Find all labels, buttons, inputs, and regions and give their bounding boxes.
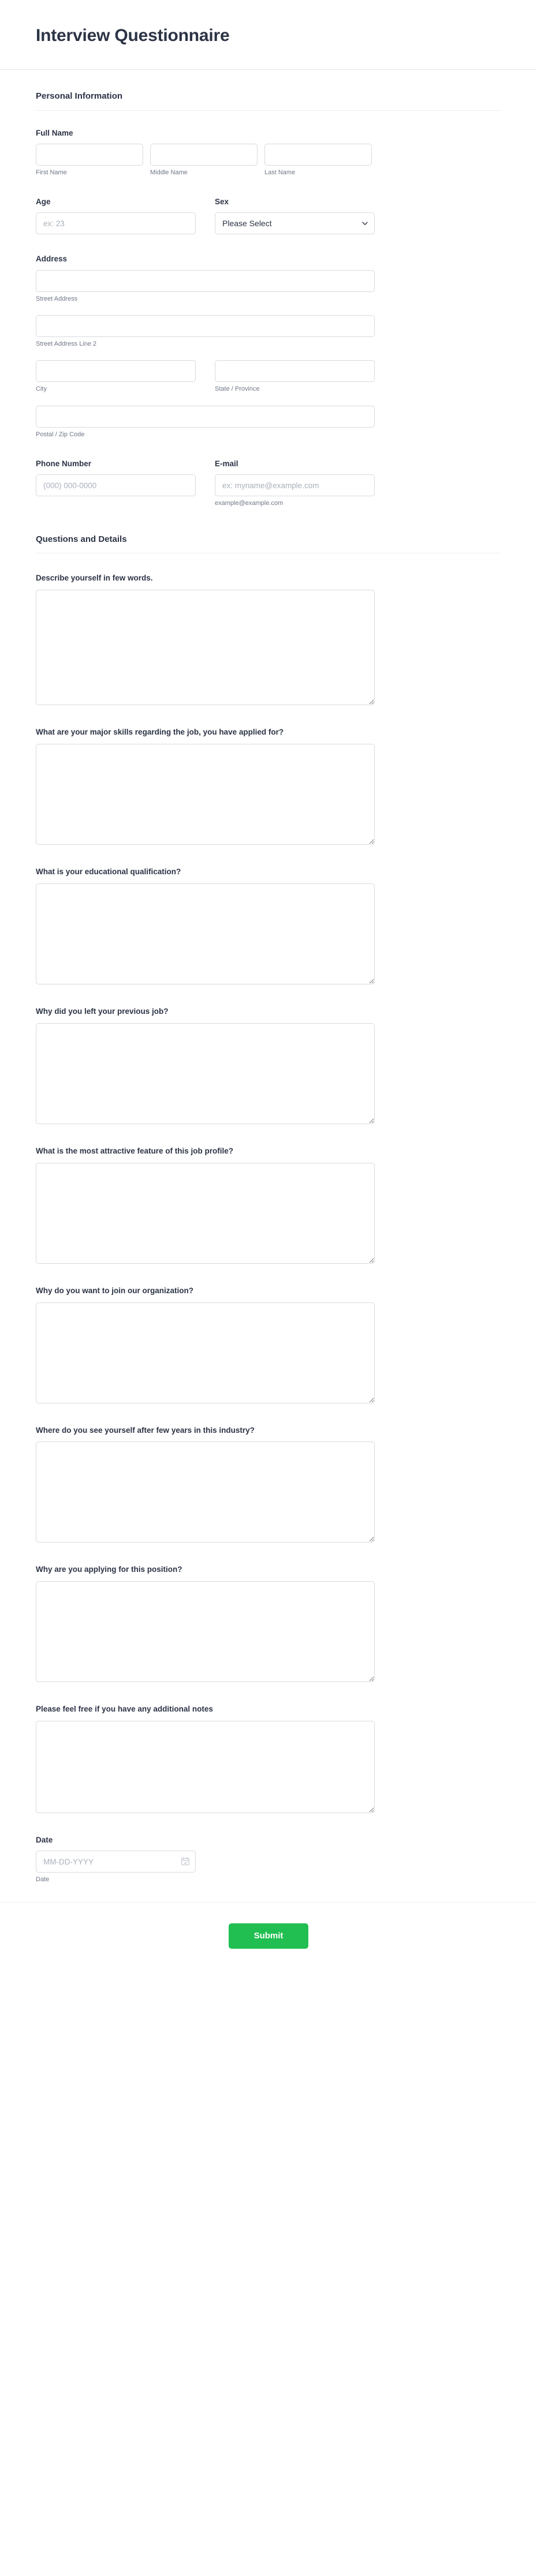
sub-label-first-name: First Name (36, 169, 67, 176)
field-phone-email-row: Phone Number E-mail example@example.com (36, 459, 501, 508)
sub-label-postal-zip-code: Postal / Zip Code (36, 430, 85, 438)
city-col: City (36, 360, 196, 394)
age-col: Age (36, 197, 196, 235)
email-col: E-mail example@example.com (215, 459, 375, 508)
street-address-col: Street Address (36, 269, 375, 304)
question-block: Please feel free if you have any additio… (36, 1704, 501, 1814)
question-block: Describe yourself in few words. (36, 573, 501, 706)
full-name-last-col: Last Name (264, 143, 372, 177)
page-title: Interview Questionnaire (36, 26, 230, 45)
first-name-input[interactable] (36, 143, 143, 166)
age-input[interactable] (36, 212, 196, 235)
street-address-2-col: Street Address Line 2 (36, 314, 375, 349)
city-state-row: City State / Province (36, 360, 501, 394)
phone-col: Phone Number (36, 459, 196, 508)
age-sex-row: Age Sex Please Select (36, 197, 501, 235)
section-questions-header: Questions and Details (36, 534, 501, 554)
middle-name-input[interactable] (150, 143, 258, 166)
field-address: Address Street Address Street Address Li… (36, 254, 501, 439)
section-divider (36, 110, 501, 111)
question-label: Please feel free if you have any additio… (36, 1705, 213, 1714)
question-textarea[interactable] (36, 1162, 375, 1264)
question-label: Where do you see yourself after few year… (36, 1425, 255, 1435)
question-textarea[interactable] (36, 883, 375, 984)
form-body: Personal Information Full Name First Nam… (0, 70, 537, 1885)
field-date: Date Date (36, 1835, 501, 1885)
label-sex: Sex (215, 197, 229, 207)
label-age: Age (36, 197, 51, 207)
question-block: Why do you want to join our organization… (36, 1286, 501, 1403)
street-address-line-2-input[interactable] (36, 314, 375, 337)
postal-zip-code-input[interactable] (36, 405, 375, 428)
field-full-name: Full Name First Name Middle Name Last Na… (36, 128, 501, 178)
sub-label-street-address: Street Address (36, 295, 78, 302)
question-textarea[interactable] (36, 1023, 375, 1124)
sex-select[interactable]: Please Select (215, 212, 375, 235)
field-age-sex-row: Age Sex Please Select (36, 197, 501, 235)
question-textarea[interactable] (36, 1581, 375, 1683)
question-label: Why are you applying for this position? (36, 1565, 182, 1574)
street-address-input[interactable] (36, 269, 375, 292)
sub-label-middle-name: Middle Name (150, 169, 188, 176)
form-footer: Submit (0, 1901, 537, 1972)
label-date: Date (36, 1836, 53, 1845)
question-block: Why are you applying for this position? (36, 1564, 501, 1683)
full-name-row: First Name Middle Name Last Name (36, 143, 501, 177)
state-col: State / Province (215, 360, 375, 394)
phone-number-input[interactable] (36, 474, 196, 497)
sub-label-street-address-line-2: Street Address Line 2 (36, 340, 97, 347)
postal-col: Postal / Zip Code (36, 405, 375, 439)
last-name-input[interactable] (264, 143, 372, 166)
section-heading-questions: Questions and Details (36, 534, 127, 544)
question-textarea[interactable] (36, 1441, 375, 1543)
city-input[interactable] (36, 360, 196, 383)
form-header: Interview Questionnaire (0, 0, 537, 70)
question-block: Why did you left your previous job? (36, 1006, 501, 1124)
question-label: What is the most attractive feature of t… (36, 1146, 234, 1155)
question-label: Why do you want to join our organization… (36, 1286, 193, 1295)
question-label: Why did you left your previous job? (36, 1006, 169, 1016)
state-province-input[interactable] (215, 360, 375, 383)
interview-questionnaire-form: Interview Questionnaire Personal Informa… (0, 0, 537, 2576)
label-email: E-mail (215, 459, 238, 469)
label-phone-number: Phone Number (36, 459, 92, 469)
submit-button[interactable]: Submit (229, 1923, 308, 1949)
section-personal-information-header: Personal Information (36, 91, 501, 111)
question-textarea[interactable] (36, 744, 375, 845)
question-label: What is your educational qualification? (36, 867, 181, 876)
sub-label-date: Date (36, 1876, 50, 1884)
phone-email-row: Phone Number E-mail example@example.com (36, 459, 501, 508)
question-block: What is the most attractive feature of t… (36, 1146, 501, 1264)
sub-label-city: City (36, 385, 47, 393)
question-textarea[interactable] (36, 1302, 375, 1403)
date-input-wrap (36, 1851, 196, 1873)
sub-label-last-name: Last Name (264, 169, 296, 176)
full-name-middle-col: Middle Name (150, 143, 258, 177)
question-block: Where do you see yourself after few year… (36, 1425, 501, 1543)
question-block: What are your major skills regarding the… (36, 727, 501, 845)
section-heading-personal: Personal Information (36, 91, 123, 101)
question-label: What are your major skills regarding the… (36, 728, 284, 737)
label-full-name: Full Name (36, 128, 73, 137)
email-input[interactable] (215, 474, 375, 497)
sub-label-email: example@example.com (215, 500, 284, 507)
question-textarea[interactable] (36, 1721, 375, 1814)
sub-label-state-province: State / Province (215, 385, 260, 393)
question-textarea[interactable] (36, 590, 375, 706)
label-address: Address (36, 254, 68, 264)
full-name-first-col: First Name (36, 143, 143, 177)
date-input[interactable] (36, 1851, 196, 1873)
question-label: Describe yourself in few words. (36, 574, 153, 583)
question-block: What is your educational qualification? (36, 867, 501, 984)
sex-col: Sex Please Select (215, 197, 375, 235)
sex-select-wrap: Please Select (215, 212, 375, 235)
